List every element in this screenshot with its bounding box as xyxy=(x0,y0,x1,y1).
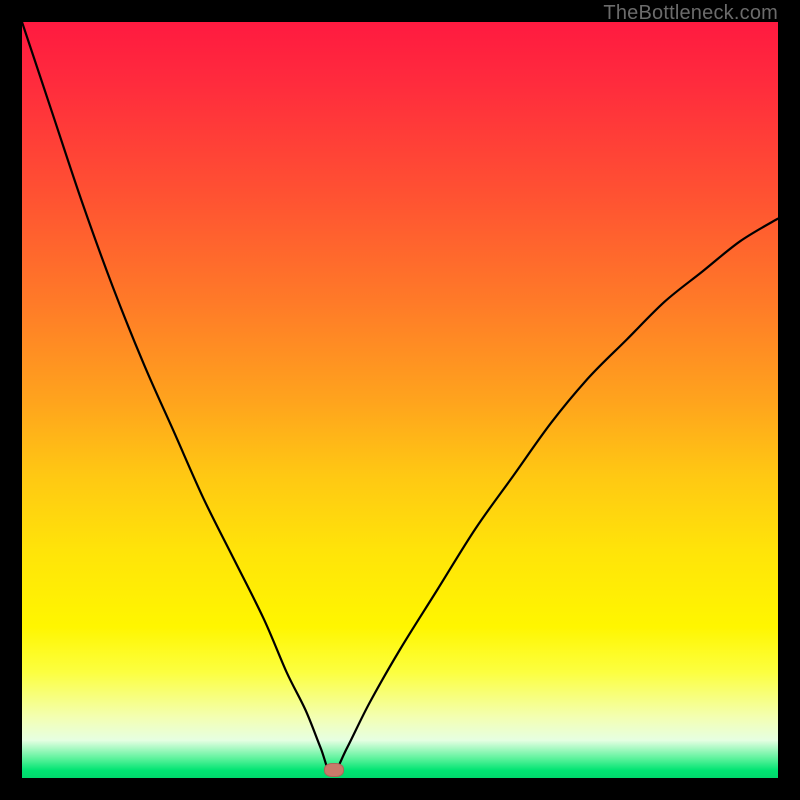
bottleneck-curve xyxy=(22,22,778,778)
watermark-text: TheBottleneck.com xyxy=(603,2,778,25)
chart-frame: TheBottleneck.com xyxy=(0,0,800,800)
plot-area xyxy=(22,22,778,778)
optimal-point-marker xyxy=(324,763,344,777)
